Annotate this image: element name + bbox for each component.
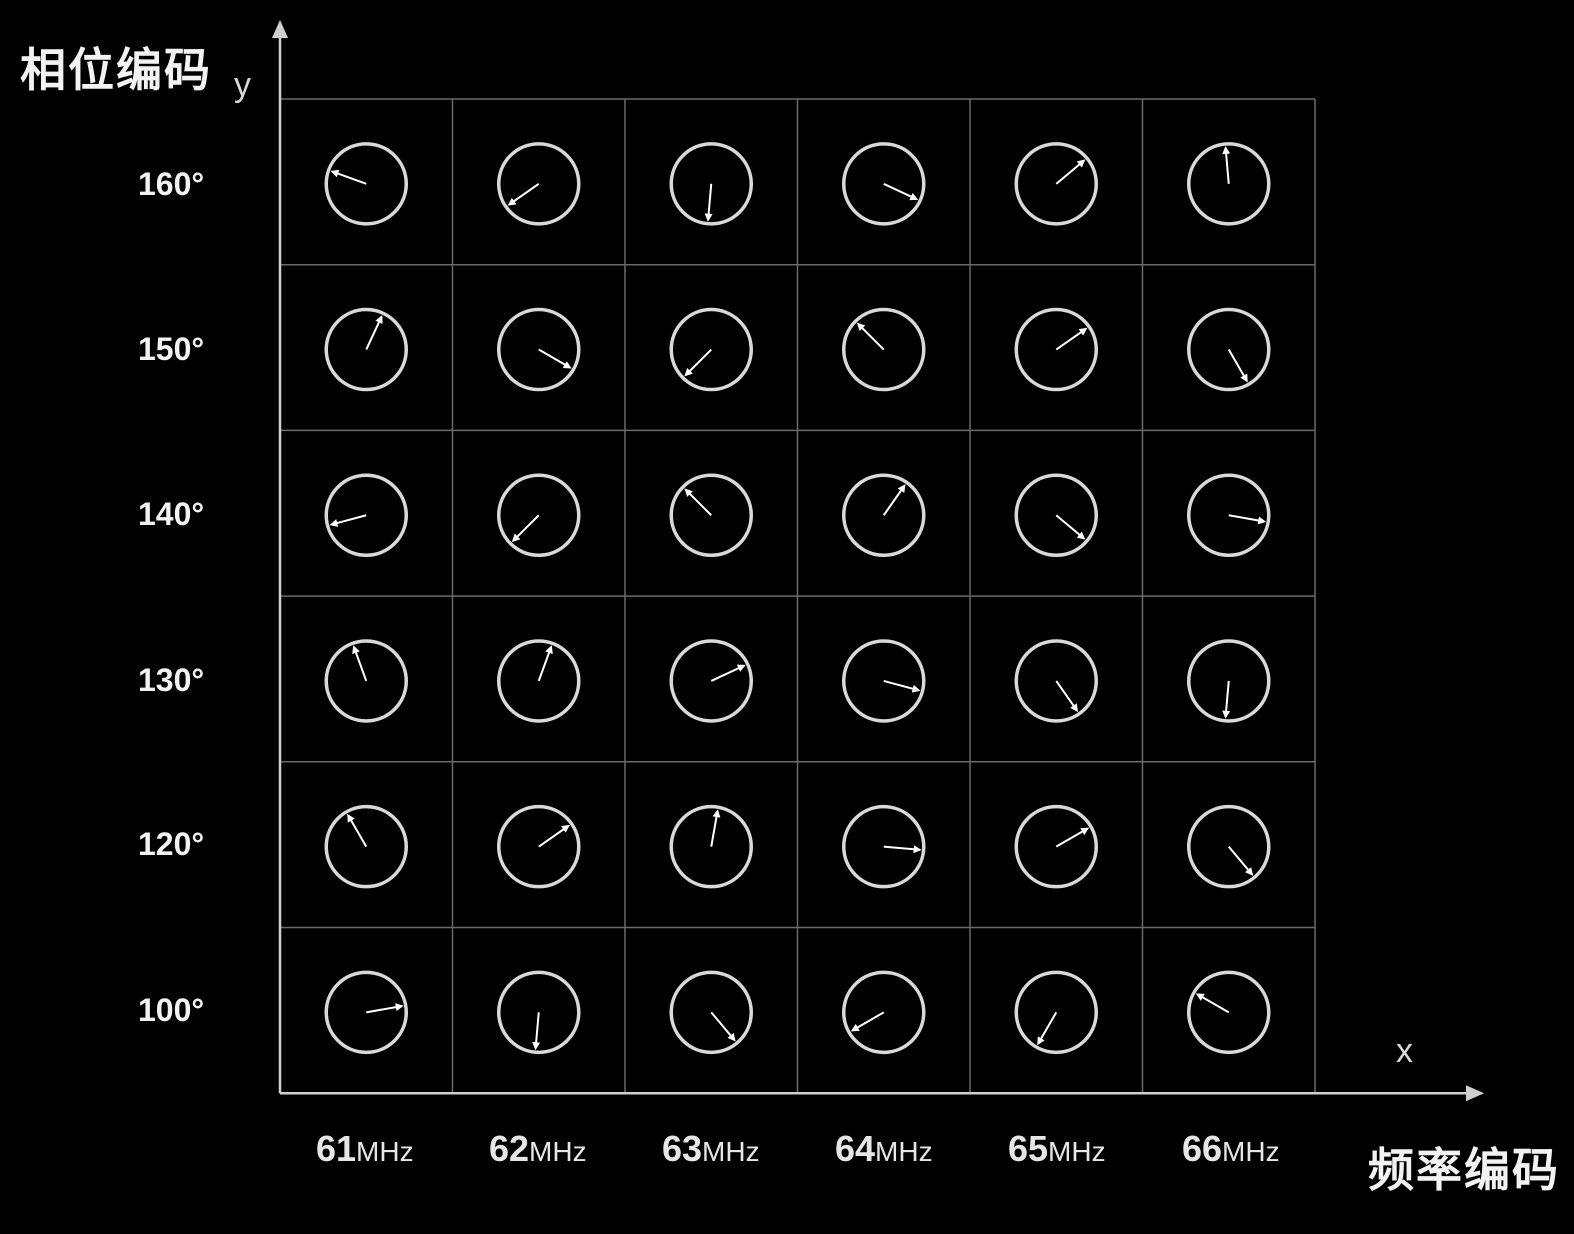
spin-cell (669, 307, 753, 392)
phase-arrow (507, 183, 540, 206)
spin-cell (842, 639, 926, 723)
phase-arrow (1195, 993, 1230, 1014)
spin-cell (669, 473, 753, 557)
phase-arrow (1055, 159, 1086, 185)
spin-cell (1187, 804, 1271, 889)
spin-cell (669, 639, 753, 723)
spin-cell (497, 804, 581, 889)
spin-cell (497, 142, 581, 226)
spin-cell (1187, 970, 1271, 1055)
phase-arrow (850, 1011, 885, 1032)
phase-arrow (684, 488, 712, 516)
spin-cell (842, 307, 926, 392)
phase-arrow (710, 809, 721, 847)
phase-arrow (1055, 514, 1086, 540)
phase-arrow (365, 315, 383, 350)
phase-arrow (883, 182, 919, 201)
spin-cell (1187, 307, 1271, 392)
phase-arrow (883, 845, 922, 854)
spin-cell (1187, 142, 1271, 226)
spin-cell (842, 142, 926, 226)
phase-arrow (511, 514, 540, 543)
phase-arrow (330, 169, 367, 185)
spin-cell (842, 804, 926, 889)
phase-arrow (883, 679, 921, 693)
phase-arrow (1037, 1011, 1058, 1046)
phase-arrow (704, 183, 713, 222)
spin-cell (497, 639, 581, 723)
spin-cell (1014, 473, 1098, 557)
spin-cell (497, 307, 581, 392)
phase-arrow (710, 1011, 736, 1042)
phase-arrow (538, 824, 570, 848)
spin-cell (497, 970, 581, 1055)
spin-cell (324, 639, 408, 723)
spin-cell (1187, 473, 1271, 557)
phase-arrow (1222, 680, 1231, 719)
phase-frequency-grid-diagram (272, 20, 1484, 1102)
spin-cell (1014, 970, 1098, 1055)
phase-arrow (684, 348, 712, 377)
phase-arrow (1227, 349, 1248, 383)
spin-cell (1014, 804, 1098, 889)
phase-arrow (1222, 145, 1231, 184)
phase-arrow (710, 664, 746, 682)
spin-cell (1014, 639, 1098, 723)
phase-arrow (1227, 846, 1254, 876)
spin-cell (669, 142, 753, 226)
phase-arrow (856, 322, 885, 351)
phase-arrow (538, 348, 572, 369)
spin-cell (324, 804, 408, 889)
spin-cell (1014, 142, 1098, 226)
phase-arrow (532, 1012, 541, 1051)
spin-cell (842, 473, 926, 557)
phase-arrow (366, 1003, 404, 1014)
spin-cell (324, 473, 408, 557)
spin-cell (324, 142, 408, 226)
spin-cell (669, 804, 753, 889)
spin-cell (497, 473, 581, 557)
phase-arrow (1055, 680, 1079, 713)
spin-cell (1014, 307, 1098, 392)
phase-arrow (1055, 327, 1088, 351)
spin-cell (324, 307, 408, 392)
phase-arrow (352, 645, 368, 682)
spin-cell (842, 970, 926, 1055)
phase-arrow (537, 645, 553, 682)
phase-arrow (347, 813, 368, 848)
spin-cell (324, 970, 408, 1055)
phase-arrow (329, 514, 367, 527)
phase-arrow (1228, 514, 1267, 525)
phase-arrow (1055, 827, 1090, 848)
spin-cell (1187, 639, 1271, 723)
phase-arrow (882, 484, 906, 516)
spin-cell (669, 970, 753, 1055)
